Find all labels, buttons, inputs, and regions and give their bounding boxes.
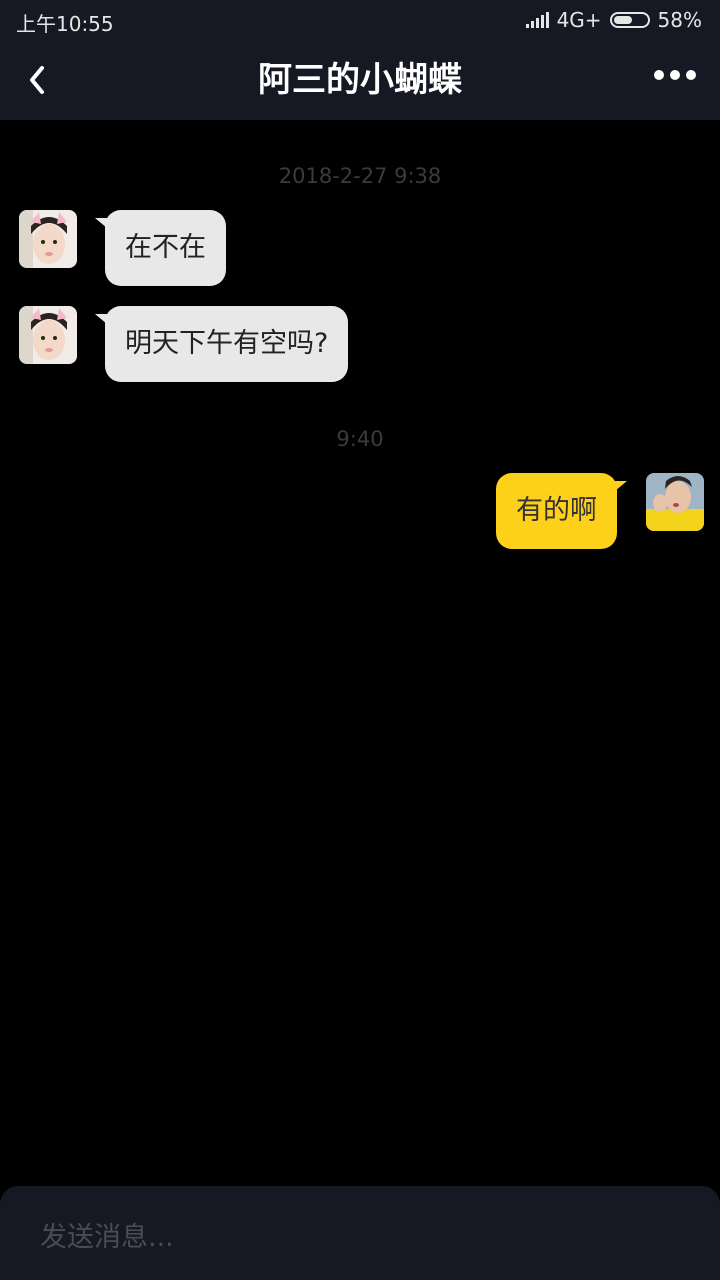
message-bubble-incoming[interactable]: 在不在 <box>95 210 226 286</box>
chat-title: 阿三的小蝴蝶 <box>258 60 462 100</box>
nav-bar: 阿三的小蝴蝶 <box>0 40 720 120</box>
message-timestamp: 2018-2-27 9:38 <box>278 164 442 188</box>
message-input[interactable] <box>38 1216 682 1258</box>
battery-icon <box>609 12 650 28</box>
message-timestamp: 9:40 <box>336 427 384 451</box>
battery-percent: 58% <box>657 8 702 32</box>
my-avatar[interactable] <box>646 473 704 531</box>
back-icon[interactable] <box>20 60 60 100</box>
message-input-bar <box>0 1186 720 1280</box>
more-options-icon[interactable] <box>654 70 696 80</box>
chat-screen: 上午10:55 4G+ 58% 阿三的小蝴蝶 2018-2-27 9:38 在不… <box>0 0 720 1280</box>
contact-avatar[interactable] <box>19 306 77 364</box>
message-bubble-outgoing[interactable]: 有的啊 <box>496 473 627 549</box>
message-bubble-incoming[interactable]: 明天下午有空吗? <box>94 306 349 382</box>
status-time: 上午10:55 <box>16 12 114 36</box>
signal-icon <box>525 12 549 28</box>
network-type: 4G+ <box>556 8 602 32</box>
contact-avatar[interactable] <box>19 210 77 268</box>
status-indicators: 4G+ 58% <box>525 8 702 32</box>
status-bar: 上午10:55 4G+ 58% <box>0 0 720 40</box>
battery-fill <box>613 16 633 24</box>
